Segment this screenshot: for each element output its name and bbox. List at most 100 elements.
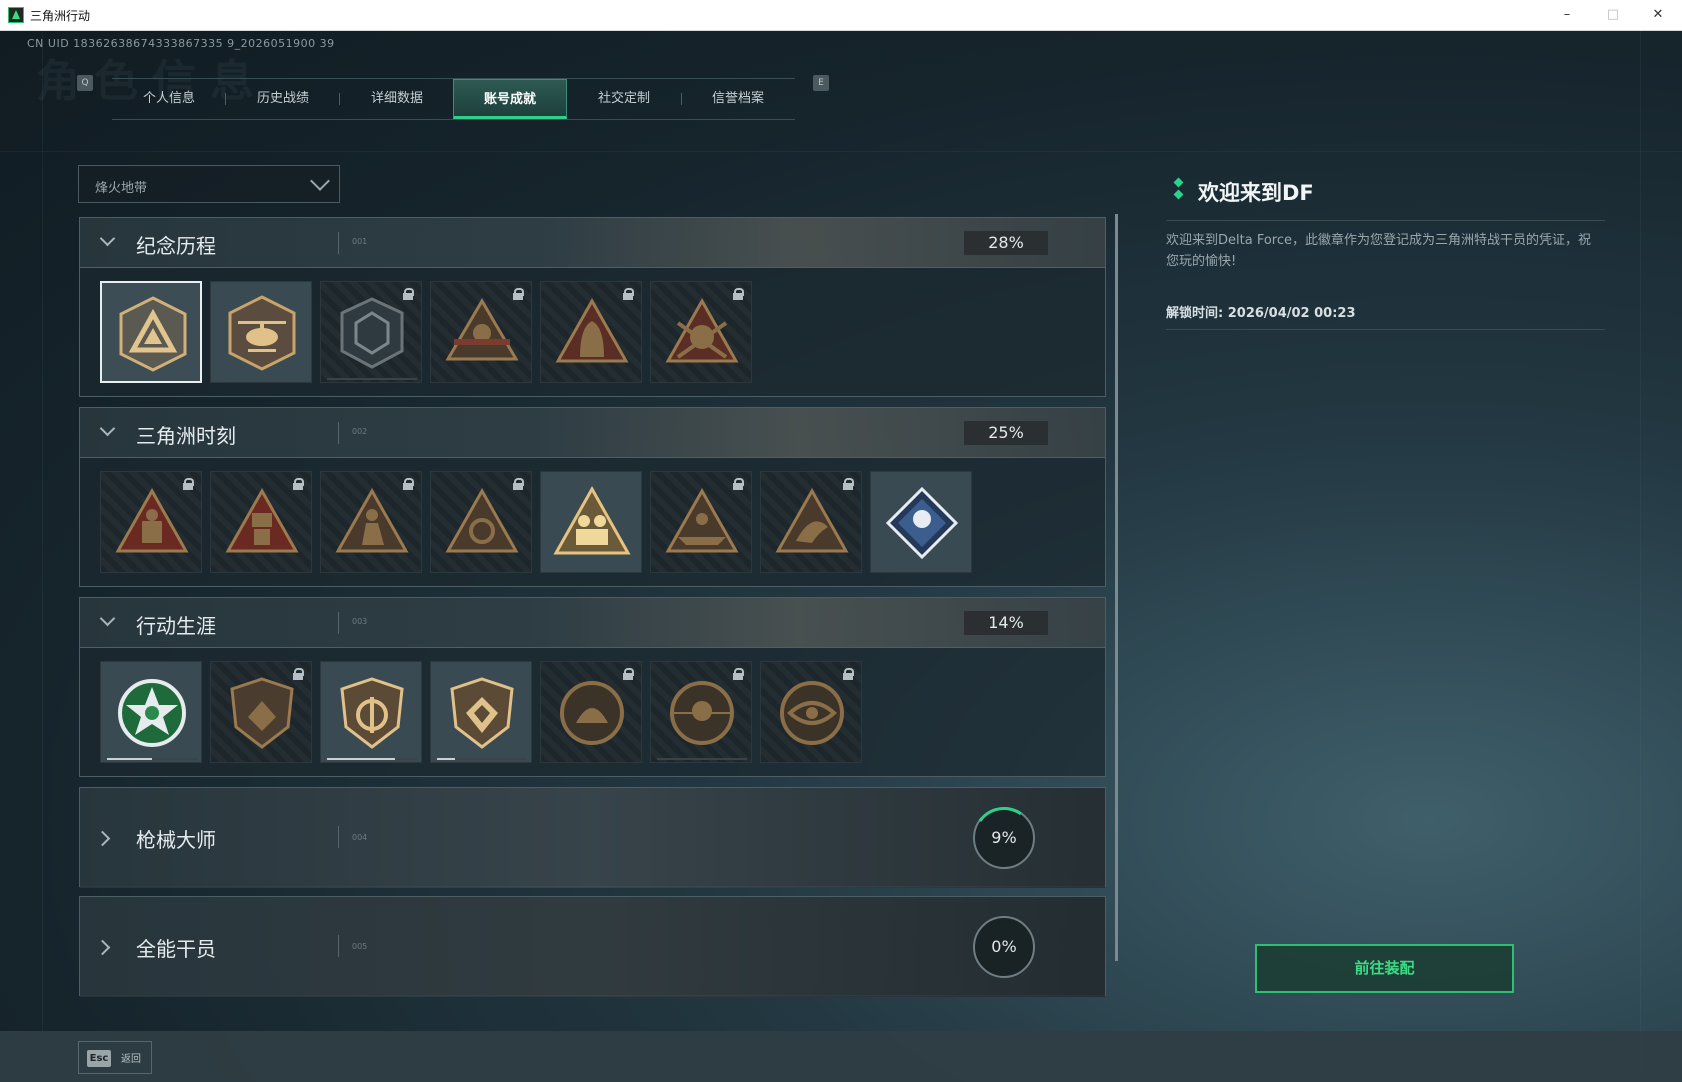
winged-soldier-icon: [445, 298, 519, 361]
masked-operator-icon: [665, 297, 739, 363]
badge-blue-diamond-trophy[interactable]: [870, 471, 972, 573]
lock-icon: [623, 288, 634, 300]
lock-icon: [733, 668, 744, 680]
go-equip-button[interactable]: 前往装配: [1255, 944, 1514, 993]
round-eye-icon: [780, 681, 844, 745]
tab-reputation-record[interactable]: 信誉档案: [681, 79, 795, 119]
chevron-down-icon: [99, 610, 116, 627]
section-progress: 9%: [991, 828, 1017, 847]
section-progress: 28%: [964, 231, 1048, 255]
badge-triangle-dragon[interactable]: [760, 471, 862, 573]
badge-shield-arrows[interactable]: [320, 661, 422, 763]
shield-crest-icon: [230, 677, 294, 749]
close-window-button[interactable]: ✕: [1642, 4, 1674, 26]
diamond-marker-icon: [1173, 177, 1184, 203]
achievement-section-operation-career: 行动生涯 003 14%: [79, 597, 1106, 777]
badge-winged-soldier[interactable]: [430, 281, 532, 383]
tab-personal-info[interactable]: 个人信息: [112, 79, 226, 119]
chevron-right-icon: [94, 939, 111, 956]
badge-shield-gem[interactable]: [430, 661, 532, 763]
esc-key-icon: Esc: [87, 1050, 111, 1067]
badge-masked-operator[interactable]: [650, 281, 752, 383]
section-header[interactable]: 枪械大师 004 9%: [80, 788, 1105, 888]
achievement-section-all-round-operator: 全能干员 005 0%: [79, 896, 1106, 997]
triangle-gear-icon: [445, 487, 519, 553]
section-header[interactable]: 行动生涯 003 14%: [80, 598, 1105, 648]
blue-diamond-trophy-icon: [885, 486, 959, 560]
section-code: 002: [352, 427, 368, 436]
badge-helicopter[interactable]: [210, 281, 312, 383]
tab-prev-key[interactable]: Q: [77, 75, 93, 91]
badge-green-star-wreath[interactable]: [100, 661, 202, 763]
badge-hooded-operator[interactable]: [540, 281, 642, 383]
profile-tab-bar: 个人信息 历史战绩 详细数据 账号成就 社交定制 信誉档案: [112, 78, 795, 120]
window-title: 三角洲行动: [30, 9, 91, 23]
badge-triangle-gear[interactable]: [430, 471, 532, 573]
badge-round-skull[interactable]: [650, 661, 752, 763]
lock-icon: [623, 668, 634, 680]
delta-triangle-shield-icon: [119, 296, 187, 372]
bottom-bar: [0, 1031, 1682, 1082]
section-header[interactable]: 全能干员 005 0%: [80, 897, 1105, 997]
badge-delta-triangle[interactable]: [100, 281, 202, 383]
back-button[interactable]: Esc 返回: [78, 1041, 152, 1074]
back-label: 返回: [121, 1054, 141, 1065]
achievement-list-scrollbar[interactable]: [1115, 214, 1118, 961]
triangle-squad-icon: [665, 487, 739, 553]
section-header[interactable]: 三角洲时刻 002 25%: [80, 408, 1105, 458]
section-title: 枪械大师: [136, 828, 216, 852]
section-code: 003: [352, 617, 368, 626]
tab-achievements[interactable]: 账号成就: [453, 79, 567, 119]
lock-icon: [403, 288, 414, 300]
badge-gold-triangle-squad[interactable]: [540, 471, 642, 573]
badge-triangle-squad[interactable]: [650, 471, 752, 573]
tab-next-key[interactable]: E: [813, 75, 829, 91]
round-helmet-icon: [560, 681, 624, 745]
badge-round-helmet[interactable]: [540, 661, 642, 763]
triangle-dragon-icon: [775, 487, 849, 553]
lock-icon: [843, 478, 854, 490]
badge-dark-shield[interactable]: [320, 281, 422, 383]
tab-match-history[interactable]: 历史战绩: [226, 79, 340, 119]
lock-icon: [733, 288, 744, 300]
minimize-button[interactable]: –: [1551, 4, 1583, 26]
game-mode-dropdown[interactable]: 烽火地带: [78, 165, 340, 203]
badge-round-eye[interactable]: [760, 661, 862, 763]
badge-detail-description: 欢迎来到Delta Force，此徽章作为您登记成为三角洲特战干员的凭证，祝您玩…: [1166, 233, 1591, 269]
chevron-down-icon: [99, 230, 116, 247]
green-star-wreath-icon: [118, 679, 186, 747]
lock-icon: [843, 668, 854, 680]
section-progress: 25%: [964, 421, 1048, 445]
achievement-section-weapon-master: 枪械大师 004 9%: [79, 787, 1106, 888]
achievement-section-delta-moments: 三角洲时刻 002 25%: [79, 407, 1106, 587]
section-header[interactable]: 纪念历程 001 28%: [80, 218, 1105, 268]
section-progress: 14%: [964, 611, 1048, 635]
tab-detailed-stats[interactable]: 详细数据: [340, 79, 454, 119]
tab-social-customization[interactable]: 社交定制: [567, 79, 681, 119]
window-titlebar: 三角洲行动 – □ ✕: [0, 0, 1682, 31]
maximize-button[interactable]: □: [1597, 4, 1629, 26]
badge-red-triangle-robot[interactable]: [210, 471, 312, 573]
badge-unlock-time: 解锁时间: 2026/04/02 00:23: [1166, 306, 1356, 321]
lock-icon: [403, 478, 414, 490]
gold-triangle-squad-icon: [553, 485, 631, 555]
lock-icon: [293, 478, 304, 490]
shield-arrows-icon: [340, 677, 404, 749]
dropdown-selected-value: 烽火地带: [95, 181, 148, 196]
progress-ring: 9%: [968, 802, 1040, 874]
badge-triangle-kneeling-soldier[interactable]: [320, 471, 422, 573]
progress-ring: 0%: [973, 916, 1035, 978]
section-code: 004: [352, 833, 368, 842]
badge-red-triangle-crate[interactable]: [100, 471, 202, 573]
helicopter-icon: [228, 295, 296, 371]
chevron-down-icon: [99, 420, 116, 437]
section-title: 全能干员: [136, 937, 216, 961]
badge-shield-crest[interactable]: [210, 661, 312, 763]
red-triangle-robot-icon: [225, 487, 299, 553]
section-code: 005: [352, 942, 368, 951]
kneeling-soldier-icon: [335, 487, 409, 553]
player-uid: CN UID 18362638674333867335 9_2026051900…: [27, 37, 335, 50]
lock-icon: [513, 288, 524, 300]
round-skull-icon: [670, 681, 734, 745]
lock-icon: [293, 668, 304, 680]
